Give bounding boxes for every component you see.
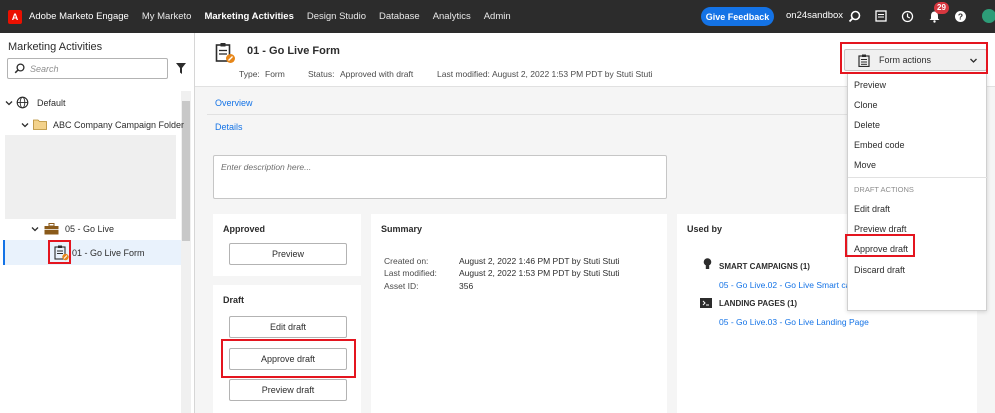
svg-text:?: ?	[957, 11, 962, 21]
tree-label-folder: ABC Company Campaign Folder	[53, 119, 185, 130]
tree-item-folder[interactable]: ABC Company Campaign Folder	[21, 119, 184, 130]
tree-label-form: 01 - Go Live Form	[72, 248, 145, 258]
tree-label-default: Default	[37, 97, 66, 108]
tab-details[interactable]: Details	[215, 122, 243, 132]
tree-label-program: 05 - Go Live	[65, 224, 115, 234]
chevron-down-icon[interactable]	[31, 225, 39, 233]
nav-my-marketo[interactable]: My Marketo	[142, 0, 192, 33]
summary-modified-label: Last modified:	[384, 268, 437, 278]
give-feedback-button[interactable]: Give Feedback	[701, 7, 774, 26]
landing-page-icon	[700, 298, 712, 308]
menu-item-edit-draft[interactable]: Edit draft	[854, 204, 890, 214]
status-label: Status:	[308, 69, 335, 79]
menu-item-preview[interactable]: Preview	[854, 80, 886, 90]
program-briefcase-icon	[44, 223, 59, 235]
asset-id-value: 356	[459, 281, 474, 291]
clock-icon[interactable]	[899, 8, 915, 24]
menu-divider	[848, 177, 988, 178]
menu-item-embed-code[interactable]: Embed code	[854, 140, 905, 150]
sidebar-title: Marketing Activities	[8, 41, 103, 53]
calendar-icon[interactable]	[873, 8, 889, 24]
preview-draft-button[interactable]: Preview draft	[229, 379, 347, 401]
status-value: Approved with draft	[340, 69, 414, 79]
nav-admin[interactable]: Admin	[484, 0, 511, 33]
description-field[interactable]: Enter description here...	[213, 155, 667, 199]
created-value: August 2, 2022 1:46 PM PDT by Stuti Stut…	[459, 256, 620, 266]
sandbox-name[interactable]: on24sandbox	[786, 10, 843, 21]
form-draft-icon	[215, 43, 235, 63]
menu-item-delete[interactable]: Delete	[854, 120, 880, 130]
notification-badge: 29	[934, 2, 949, 14]
lightbulb-icon	[703, 258, 712, 269]
brand-name: Adobe Marketo Engage	[29, 11, 129, 22]
menu-item-preview-draft[interactable]: Preview draft	[854, 224, 907, 234]
chevron-down-icon[interactable]	[21, 121, 29, 129]
summary-title: Summary	[381, 224, 423, 234]
tree-placeholder-area	[5, 135, 176, 219]
approved-title: Approved	[223, 224, 266, 234]
avatar[interactable]	[982, 9, 995, 23]
menu-item-discard-draft[interactable]: Discard draft	[854, 265, 905, 275]
type-value: Form	[265, 69, 285, 79]
used-by-title: Used by	[687, 224, 723, 234]
summary-modified-value: August 2, 2022 1:53 PM PDT by Stuti Stut…	[459, 268, 620, 278]
smart-campaigns-heading: SMART CAMPAIGNS (1)	[719, 262, 810, 271]
help-icon[interactable]: ?	[952, 8, 968, 24]
highlight-approve-draft-menu	[845, 234, 915, 257]
created-label: Created on:	[384, 256, 429, 266]
landing-pages-heading: LANDING PAGES (1)	[719, 299, 798, 308]
nav-analytics[interactable]: Analytics	[433, 0, 471, 33]
filter-icon[interactable]	[176, 63, 186, 76]
divider	[207, 114, 867, 115]
tree-item-program[interactable]: 05 - Go Live	[31, 223, 114, 235]
search-icon[interactable]	[846, 8, 862, 24]
folder-icon	[33, 119, 47, 130]
form-actions-menu: Preview Clone Delete Embed code Move DRA…	[847, 73, 988, 311]
nav-database[interactable]: Database	[379, 0, 420, 33]
adobe-logo-icon: A	[8, 9, 22, 24]
type-label: Type:	[239, 69, 260, 79]
menu-section-draft-actions: DRAFT ACTIONS	[854, 185, 914, 194]
highlight-tree-form-icon	[48, 240, 71, 264]
menu-item-move[interactable]: Move	[854, 160, 876, 170]
menu-item-clone[interactable]: Clone	[854, 100, 878, 110]
globe-icon	[16, 96, 29, 109]
tree-item-default[interactable]: Default	[5, 96, 66, 109]
search-icon	[14, 63, 25, 74]
brand[interactable]: A Adobe Marketo Engage	[0, 0, 129, 33]
approved-card: Approved Preview	[213, 214, 361, 276]
modified-value: August 2, 2022 1:53 PM PDT by Stuti Stut…	[492, 69, 653, 79]
search-input[interactable]: Search	[7, 58, 168, 79]
draft-title: Draft	[223, 295, 245, 305]
page-title: 01 - Go Live Form	[247, 45, 340, 57]
nav-design-studio[interactable]: Design Studio	[307, 0, 366, 33]
edit-draft-button[interactable]: Edit draft	[229, 316, 347, 338]
sidebar: Marketing Activities Search Default ABC …	[0, 33, 195, 413]
highlight-approve-draft-button	[221, 339, 356, 378]
landing-page-link[interactable]: 05 - Go Live.03 - Go Live Landing Page	[719, 317, 869, 327]
preview-button[interactable]: Preview	[229, 243, 347, 265]
highlight-form-actions	[840, 42, 988, 74]
chevron-down-icon[interactable]	[5, 99, 13, 107]
asset-id-label: Asset ID:	[384, 281, 419, 291]
tab-overview[interactable]: Overview	[215, 98, 253, 108]
search-placeholder: Search	[30, 63, 59, 74]
sidebar-scrollbar[interactable]	[181, 91, 191, 413]
nav-marketing-activities[interactable]: Marketing Activities	[204, 0, 293, 33]
summary-card: Summary Created on: August 2, 2022 1:46 …	[371, 214, 667, 413]
modified-label: Last modified:	[437, 69, 490, 79]
